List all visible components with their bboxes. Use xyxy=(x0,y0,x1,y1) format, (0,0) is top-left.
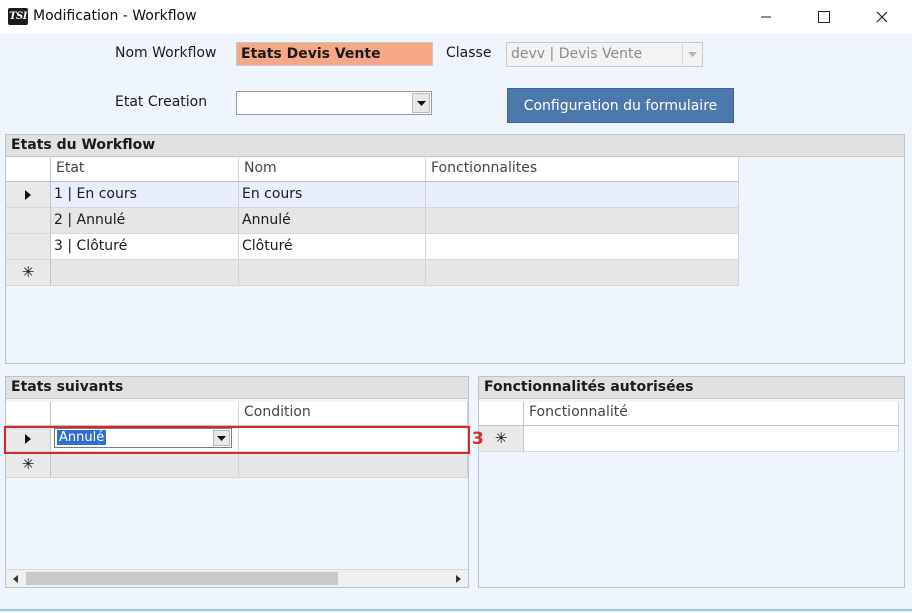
chevron-down-icon xyxy=(682,44,701,65)
row-selector[interactable]: ✳ xyxy=(6,452,51,478)
close-icon xyxy=(876,11,888,23)
etat-creation-select[interactable] xyxy=(236,91,432,115)
cell-etat[interactable] xyxy=(51,260,239,286)
fonctionnalite-cell[interactable] xyxy=(524,426,899,452)
app-icon: TSI xyxy=(8,8,28,25)
cell-fonctionnalites[interactable] xyxy=(426,208,739,234)
row-selector[interactable] xyxy=(6,234,51,260)
configuration-formulaire-button[interactable]: Configuration du formulaire xyxy=(507,88,734,123)
scrollbar-thumb[interactable] xyxy=(26,572,338,585)
column-header-fonctionnalites[interactable]: Fonctionnalites xyxy=(426,158,739,182)
column-header-nom[interactable]: Nom xyxy=(239,158,426,182)
new-row-icon: ✳ xyxy=(21,263,35,281)
column-header-etat[interactable]: Etat xyxy=(51,158,239,182)
row-selector[interactable]: ✳ xyxy=(6,260,51,286)
cell-fonctionnalites[interactable] xyxy=(426,182,739,208)
cell-fonctionnalites[interactable] xyxy=(426,260,739,286)
minimize-icon xyxy=(761,16,771,18)
row-selector[interactable] xyxy=(6,208,51,234)
row-header-corner xyxy=(6,402,51,426)
title-bar: TSI Modification - Workflow xyxy=(0,0,912,34)
nom-workflow-input[interactable]: Etats Devis Vente xyxy=(236,42,433,66)
maximize-icon xyxy=(818,11,830,23)
new-row-icon: ✳ xyxy=(494,429,508,447)
etats-grid-header: Etat Nom Fonctionnalites xyxy=(6,158,739,182)
row-selector[interactable]: ✳ xyxy=(479,426,524,452)
cell-nom[interactable]: En cours xyxy=(239,182,426,208)
bottom-divider xyxy=(0,609,912,611)
etats-suivants-panel: Etats suivants Condition Annulé ✳ xyxy=(5,376,469,588)
condition-cell[interactable] xyxy=(239,452,468,478)
scroll-left-icon[interactable] xyxy=(6,570,24,587)
new-row[interactable]: ✳ xyxy=(479,426,899,452)
column-header-fonctionnalite[interactable]: Fonctionnalité xyxy=(524,402,899,426)
classe-select[interactable]: devv | Devis Vente xyxy=(506,42,703,67)
etat-suivant-cell[interactable] xyxy=(51,452,239,478)
maximize-button[interactable] xyxy=(795,0,853,34)
horizontal-scrollbar[interactable] xyxy=(6,569,468,587)
etats-suivants-title: Etats suivants xyxy=(6,377,468,399)
minimize-button[interactable] xyxy=(737,0,795,34)
nom-workflow-label: Nom Workflow xyxy=(115,45,217,61)
current-row-icon xyxy=(25,189,31,200)
row-header-corner xyxy=(6,158,51,182)
chevron-down-icon[interactable] xyxy=(412,93,430,113)
new-row-icon: ✳ xyxy=(21,455,35,473)
fonctionnalites-title: Fonctionnalités autorisées xyxy=(479,377,904,399)
cell-etat[interactable]: 1 | En cours xyxy=(51,182,239,208)
scroll-right-icon[interactable] xyxy=(449,570,467,587)
annotation-number: 3 xyxy=(472,429,484,449)
new-row[interactable]: ✳ xyxy=(6,452,468,478)
etats-workflow-panel: Etats du Workflow Etat Nom Fonctionnalit… xyxy=(5,134,905,364)
new-row[interactable]: ✳ xyxy=(6,260,739,286)
suivants-grid-header: Condition xyxy=(6,402,468,426)
table-row[interactable]: 3 | Clôturé Clôturé xyxy=(6,234,739,260)
etats-workflow-title: Etats du Workflow xyxy=(6,135,904,157)
classe-label: Classe xyxy=(446,45,492,61)
cell-etat[interactable]: 3 | Clôturé xyxy=(51,234,239,260)
table-row[interactable]: 2 | Annulé Annulé xyxy=(6,208,739,234)
cell-etat[interactable]: 2 | Annulé xyxy=(51,208,239,234)
classe-value: devv | Devis Vente xyxy=(511,46,643,62)
row-header-corner xyxy=(479,402,524,426)
cell-nom[interactable]: Annulé xyxy=(239,208,426,234)
etat-creation-label: Etat Creation xyxy=(115,94,208,110)
fonctionnalites-grid-header: Fonctionnalité xyxy=(479,402,899,426)
cell-nom[interactable] xyxy=(239,260,426,286)
close-button[interactable] xyxy=(853,0,911,34)
fonctionnalites-panel: Fonctionnalités autorisées Fonctionnalit… xyxy=(478,376,905,588)
column-header-etat[interactable] xyxy=(51,402,239,426)
row-selector[interactable] xyxy=(6,182,51,208)
cell-nom[interactable]: Clôturé xyxy=(239,234,426,260)
table-row[interactable]: 1 | En cours En cours xyxy=(6,182,739,208)
window-title: Modification - Workflow xyxy=(33,8,197,24)
column-header-condition[interactable]: Condition xyxy=(239,402,468,426)
highlight-box xyxy=(4,426,470,454)
cell-fonctionnalites[interactable] xyxy=(426,234,739,260)
